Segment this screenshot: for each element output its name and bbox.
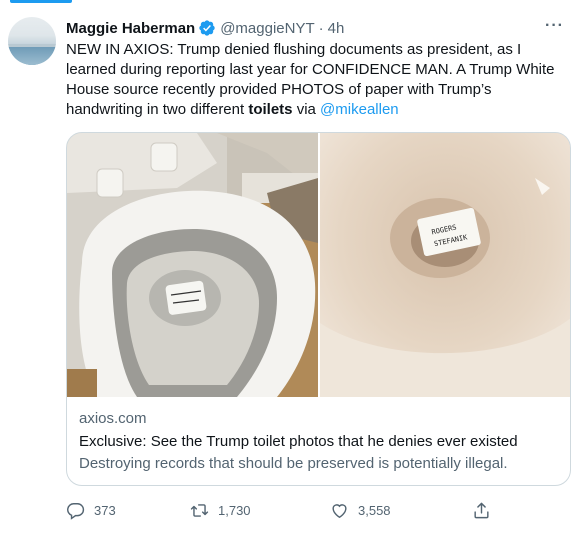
tweet-text-part2: via bbox=[292, 101, 321, 118]
tweet-header: Maggie Haberman @maggieNYT · 4h ··· bbox=[66, 17, 564, 39]
reply-button[interactable]: 373 bbox=[66, 501, 116, 520]
verified-badge-icon bbox=[198, 19, 216, 37]
card-title[interactable]: Exclusive: See the Trump toilet photos t… bbox=[79, 431, 558, 453]
link-card[interactable]: ROGERS STEFANIK axios.com Exclusive: See… bbox=[66, 132, 571, 486]
toilet-photo-right[interactable]: ROGERS STEFANIK bbox=[320, 133, 570, 397]
retweet-button[interactable]: 1,730 bbox=[190, 501, 251, 520]
tweet-text-bold: toilets bbox=[248, 101, 293, 118]
card-description: Destroying records that should be preser… bbox=[79, 455, 508, 472]
tweet-text: NEW IN AXIOS: Trump denied flushing docu… bbox=[66, 40, 566, 120]
top-accent-bar bbox=[10, 0, 72, 3]
like-button[interactable]: 3,558 bbox=[330, 501, 391, 520]
card-meta: axios.com Exclusive: See the Trump toile… bbox=[79, 409, 558, 475]
card-domain: axios.com bbox=[79, 410, 147, 427]
more-icon[interactable]: ··· bbox=[545, 17, 564, 35]
toilet-photo-left[interactable] bbox=[67, 133, 318, 397]
mention-link[interactable]: @mikeallen bbox=[320, 101, 399, 118]
avatar[interactable] bbox=[8, 17, 56, 65]
tweet-actions: 373 1,730 3,558 bbox=[66, 496, 496, 524]
heart-icon bbox=[332, 503, 347, 518]
reply-icon bbox=[67, 502, 85, 520]
tweet-time[interactable]: 4h bbox=[328, 20, 345, 37]
retweet-icon bbox=[190, 503, 209, 517]
author-name[interactable]: Maggie Haberman bbox=[66, 20, 195, 37]
like-count: 3,558 bbox=[358, 502, 391, 518]
author-handle[interactable]: @maggieNYT bbox=[220, 20, 314, 37]
share-icon bbox=[474, 502, 489, 518]
reply-count: 373 bbox=[94, 502, 116, 518]
retweet-count: 1,730 bbox=[218, 502, 251, 518]
share-button[interactable] bbox=[472, 501, 500, 520]
separator-dot: · bbox=[318, 19, 324, 37]
